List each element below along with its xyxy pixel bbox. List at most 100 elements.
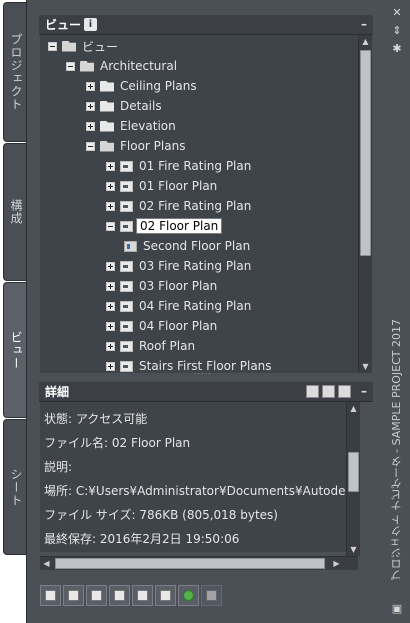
collapse-icon[interactable] [48,41,57,51]
detail-view-option-icon[interactable] [306,385,319,398]
view-tree: ビュー Architectural Ceiling Plans Details Elev… [40,35,358,373]
expand-icon[interactable] [106,281,115,291]
collapse-icon[interactable] [106,221,115,231]
tree-item[interactable]: 01 Floor Plan [106,176,217,196]
tree-item[interactable]: Second Floor Plan [124,236,250,256]
close-icon[interactable]: ✕ [390,6,404,19]
detail-file-size: ファイル サイズ: 786KB (805,018 bytes) [44,507,278,522]
tree-item[interactable]: 02 Floor Plan [106,216,223,236]
tree-item[interactable]: Ceiling Plans [86,76,197,96]
palette-title-strip: ✕ ⇕ ✱ プロジェクト ナビゲータ - SAMPLE PROJECT 2017… [384,0,410,623]
add-section-view-button[interactable] [86,585,107,606]
details-section-header: 詳細 – [39,382,373,402]
folder-open-icon [62,40,76,52]
tree-scroll-thumb[interactable] [360,50,371,256]
detail-last-saved: 最終保存: 2016年2月2日 19:50:06 [44,531,240,546]
scroll-down-icon[interactable]: ▼ [359,360,372,373]
tree-item[interactable]: Elevation [86,116,176,136]
expand-icon[interactable] [86,101,95,111]
add-section-view-icon [91,590,102,601]
tree-item[interactable]: Floor Plans [86,136,185,156]
auto-hide-icon[interactable]: ⇕ [390,24,404,37]
folder-icon [100,100,114,112]
tree-item[interactable]: Architectural [66,56,177,76]
tree-item[interactable]: 03 Fire Rating Plan [106,256,251,276]
details-scroll-down-icon[interactable]: ▼ [347,543,360,556]
expand-icon[interactable] [106,321,115,331]
tree-item[interactable]: Stairs First Floor Plans [106,356,272,373]
details-scroll-up-icon[interactable]: ▲ [347,402,360,415]
expand-icon[interactable] [106,161,115,171]
details-scrollbar[interactable]: ▲ ▼ [346,402,360,556]
tree-item[interactable]: Details [86,96,162,116]
preview-option-icon[interactable] [322,385,335,398]
palette-menu-icon[interactable]: ▣ [390,602,404,615]
scroll-right-icon[interactable]: ▶ [330,557,343,570]
select-cursor-icon [137,590,148,601]
tree-scrollbar[interactable]: ▲ ▼ [358,35,372,373]
collapse-details-button[interactable]: – [361,384,367,398]
collapse-icon[interactable] [66,61,75,71]
expand-icon[interactable] [106,361,115,371]
view-icon [120,200,133,212]
settings-icon[interactable]: ✱ [390,42,404,55]
bottom-toolbar [40,585,222,607]
expand-icon[interactable] [106,181,115,191]
view-icon [120,300,133,312]
details-hscroll-thumb[interactable] [55,558,325,569]
view-icon [120,160,133,172]
tree-item-label: Roof Plan [139,339,196,353]
tree-item[interactable]: Roof Plan [106,336,195,356]
expand-icon[interactable] [106,341,115,351]
tab-sheets-label: シート [9,467,23,507]
scroll-up-icon[interactable]: ▲ [359,35,372,48]
refresh-button[interactable] [178,585,199,606]
collapse-views-button[interactable]: – [361,17,367,31]
tree-item[interactable]: 01 Fire Rating Plan [106,156,251,176]
scroll-left-icon[interactable]: ◀ [40,557,53,570]
view-icon [120,260,133,272]
expand-icon[interactable] [106,201,115,211]
details-pane: 状態: アクセス可能 ファイル名: 02 Floor Plan 説明: 場所: … [40,402,346,552]
view-icon [120,220,133,232]
reconnect-button[interactable] [201,585,222,606]
palette-title: プロジェクト ナビゲータ - SAMPLE PROJECT 2017 [390,319,403,581]
add-view-icon [45,590,56,601]
tree-item-label: 04 Floor Plan [139,319,218,333]
tree-item-label: 03 Fire Rating Plan [139,259,252,273]
refresh-icon [183,590,194,601]
folder-icon [100,120,114,132]
info-option-icon[interactable] [338,385,351,398]
tree-item-label: Architectural [100,59,178,73]
expand-icon[interactable] [106,301,115,311]
clipboard-button[interactable] [109,585,130,606]
view-icon [120,180,133,192]
tree-item-label: 02 Fire Rating Plan [139,199,252,213]
tree-item[interactable]: 03 Floor Plan [106,276,217,296]
tree-item-label: 04 Fire Rating Plan [139,299,252,313]
collapse-icon[interactable] [86,141,95,151]
view-icon [120,340,133,352]
tree-item[interactable]: 04 Fire Rating Plan [106,296,251,316]
view-icon [120,360,133,372]
tree-item[interactable]: 02 Fire Rating Plan [106,196,251,216]
tree-item[interactable]: 04 Floor Plan [106,316,217,336]
properties-button[interactable] [155,585,176,606]
info-icon[interactable]: i [84,18,98,31]
tree-item[interactable]: ビュー [48,36,118,56]
detail-status: 状態: アクセス可能 [44,411,148,426]
tree-item-label: 01 Fire Rating Plan [139,159,252,173]
tree-item-label: Floor Plans [120,139,186,153]
details-scroll-thumb[interactable] [348,452,359,492]
expand-icon[interactable] [86,81,95,91]
expand-icon[interactable] [86,121,95,131]
select-cursor-button[interactable] [132,585,153,606]
details-hscrollbar[interactable]: ◀ ▶ [40,556,358,570]
add-detail-view-button[interactable] [63,585,84,606]
add-view-button[interactable] [40,585,61,606]
folder-open-icon [100,140,114,152]
pane-splitter[interactable] [39,367,373,380]
details-section-title: 詳細 [45,385,70,399]
view-icon [120,320,133,332]
expand-icon[interactable] [106,261,115,271]
